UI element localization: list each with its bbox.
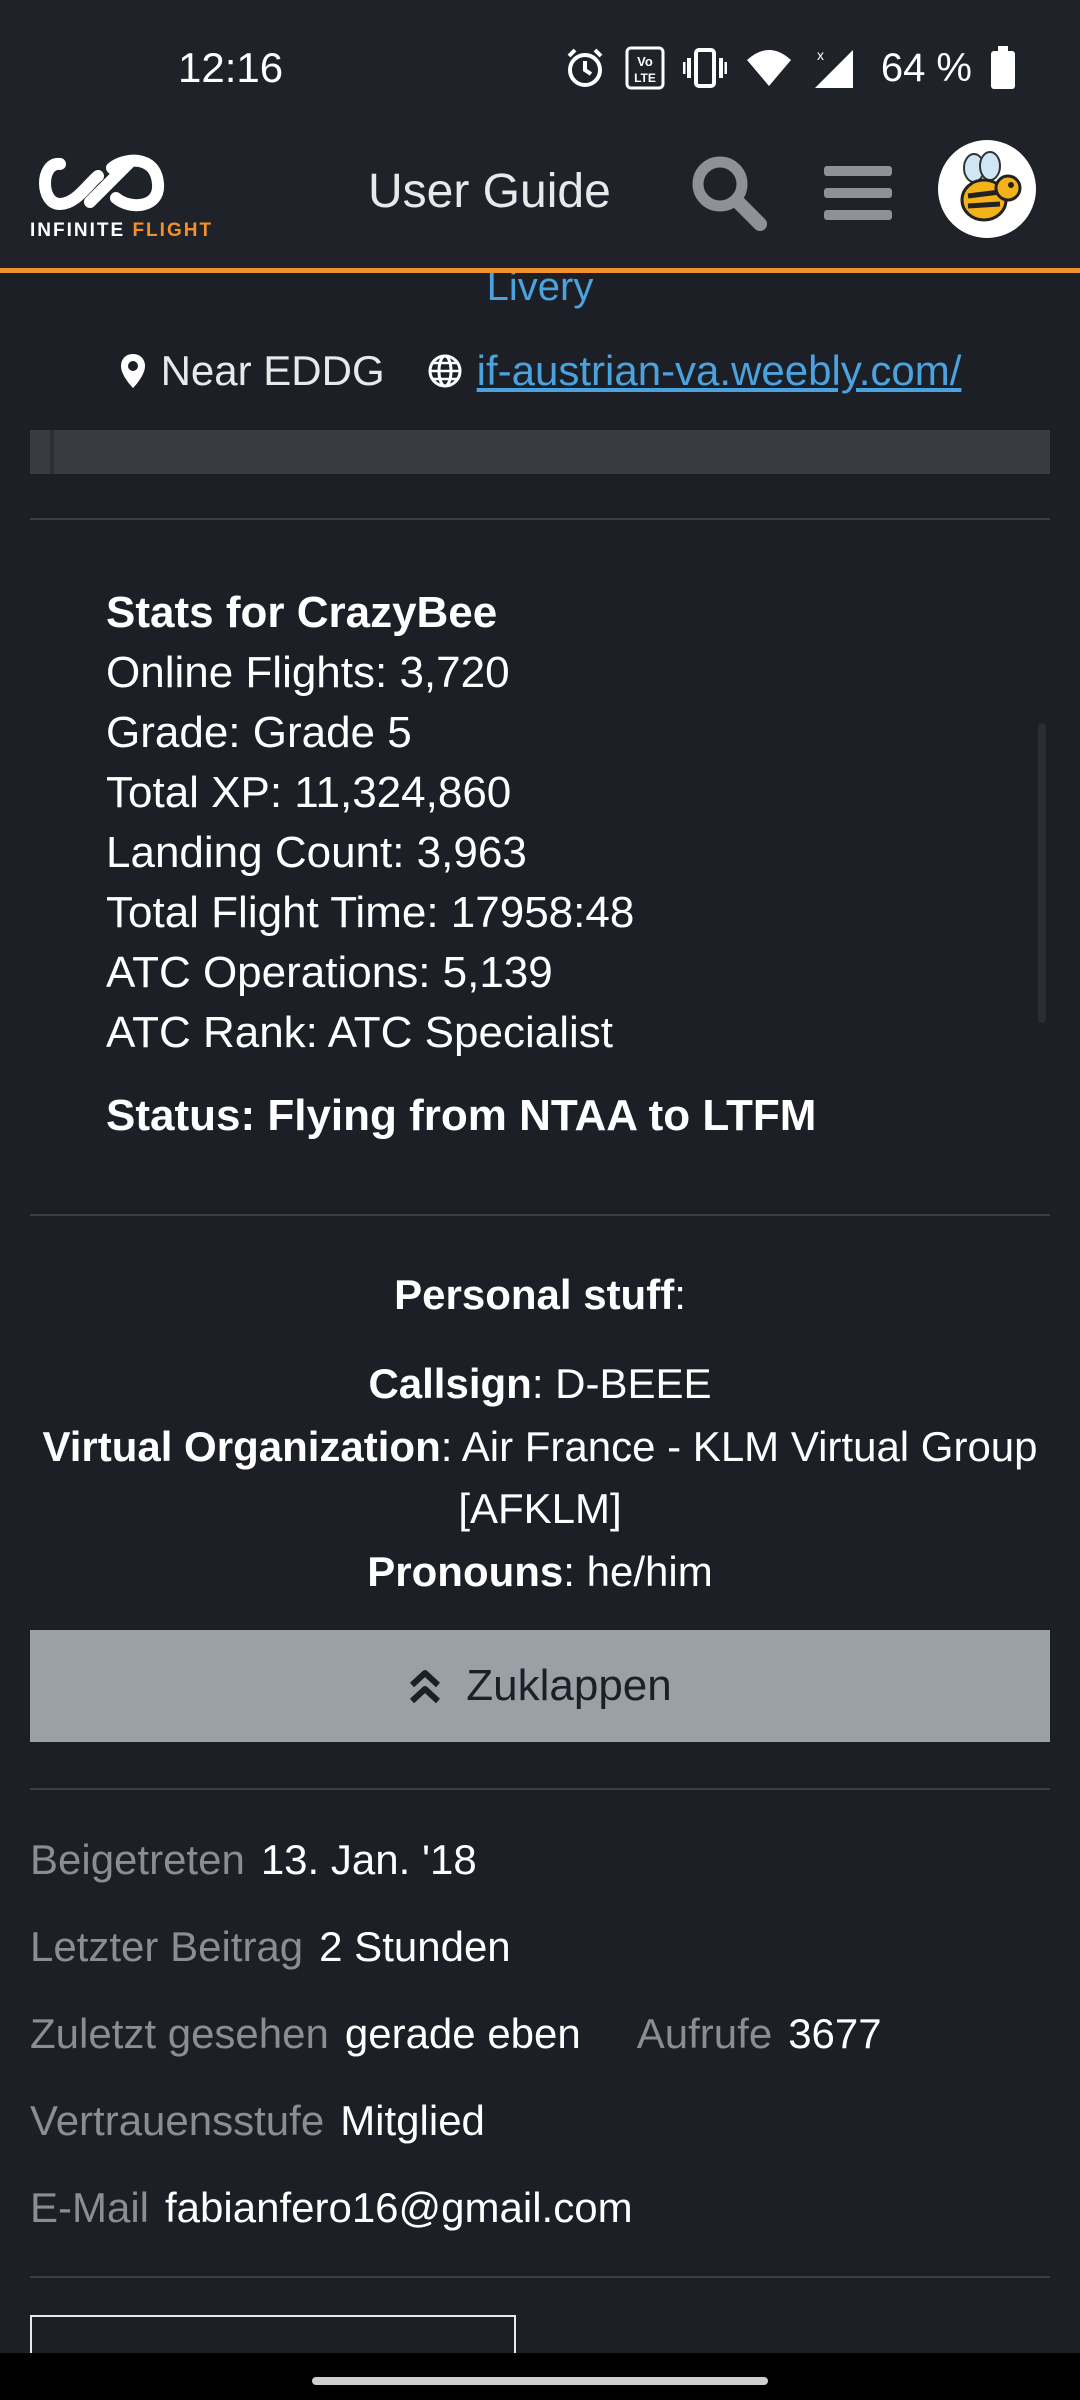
last-post-value[interactable]: 2 Stunden [319,1923,511,1971]
last-post-row: Letzter Beitrag 2 Stunden [30,1923,511,1971]
collapse-label: Zuklappen [466,1661,672,1710]
last-seen-row: Zuletzt gesehen gerade eben Aufrufe 3677 [30,2010,882,2058]
joined-row: Beigetreten 13. Jan. '18 [30,1836,477,1884]
volte-icon: Vo LTE [625,46,665,90]
flight-status: Status: Flying from NTAA to LTFM [106,1091,817,1140]
email-row: E-Mail fabianfero16@gmail.com [30,2184,633,2232]
stats-block: Stats for CrazyBee Online Flights: 3,720… [106,583,634,1063]
logo-word-infinite: INFINITE [30,220,126,241]
svg-text:LTE: LTE [634,71,656,85]
search-icon[interactable] [686,150,770,234]
scrollbar[interactable] [1038,723,1046,1023]
callsign-value: : D-BEEE [531,1360,712,1407]
virtual-org-row-cont: [AFKLM] [0,1485,1080,1533]
avatar[interactable] [938,140,1036,238]
stat-atc-rank: ATC Rank: ATC Specialist [106,1008,613,1057]
personal-heading-label: Personal stuff [394,1271,675,1318]
joined-value: 13. Jan. '18 [260,1836,477,1883]
stat-total-xp: Total XP: 11,324,860 [106,768,512,817]
stat-atc-operations: ATC Operations: 5,139 [106,948,553,997]
views-value: 3677 [788,2010,882,2057]
alarm-icon [567,48,603,87]
profile-action-button[interactable] [30,2315,516,2353]
divider [30,2276,1050,2278]
divider [30,518,1050,520]
personal-heading-colon: : [674,1271,686,1318]
stat-grade: Grade: Grade 5 [106,708,412,757]
last-seen-value: gerade eben [344,2010,581,2057]
trust-level-value: Mitglied [340,2097,485,2144]
status-bar: 12:16 Vo LTE x 64 % [0,0,1080,132]
svg-text:x: x [817,47,824,63]
pronouns-row: Pronouns: he/him [0,1548,1080,1596]
trust-level-label: Vertrauensstufe [30,2097,325,2144]
user-profile-content: Livery Near EDDG if-austrian-va.weebly.c… [0,273,1080,2353]
email-label: E-Mail [30,2184,150,2231]
stat-landing-count: Landing Count: 3,963 [106,828,527,877]
globe-icon [428,354,462,388]
stat-total-flight-time: Total Flight Time: 17958:48 [106,888,635,937]
map-pin-icon [120,354,145,388]
email-value[interactable]: fabianfero16@gmail.com [165,2184,633,2232]
virtual-org-label: Virtual Organization [42,1423,441,1470]
location: Near EDDG [119,347,385,395]
profile-card-bottom [30,430,1050,474]
menu-icon[interactable] [818,154,898,234]
callsign-row: Callsign: D-BEEE [0,1360,1080,1408]
pronouns-label: Pronouns [367,1548,564,1595]
divider [30,1788,1050,1790]
last-seen-label: Zuletzt gesehen [30,2010,329,2057]
stats-title: Stats for CrazyBee [106,588,498,637]
signal-icon: x [814,47,853,88]
trust-level-row: Vertrauensstufe Mitglied [30,2097,485,2145]
battery-icon [991,46,1015,89]
virtual-org-value-cont: [AFKLM] [458,1485,622,1532]
last-post-label: Letzter Beitrag [30,1923,304,1970]
battery-percent: 64 % [880,45,972,90]
svg-text:Vo: Vo [637,54,653,69]
collapse-button[interactable]: Zuklappen [30,1630,1050,1742]
profile-location-row: Near EDDG if-austrian-va.weebly.com/ [0,347,1080,395]
vibrate-icon [682,48,727,88]
joined-label: Beigetreten [30,1836,245,1883]
profile-card-edge [50,430,54,474]
personal-heading: Personal stuff: [0,1271,1080,1319]
views-label: Aufrufe [636,2010,773,2057]
avatar-bee-icon [960,151,1022,222]
home-gesture-handle[interactable] [312,2377,768,2385]
location-text: Near EDDG [160,347,385,394]
wifi-icon [746,50,791,86]
website-link[interactable]: if-austrian-va.weebly.com/ [477,347,962,395]
double-chevron-up-icon [410,1670,441,1704]
divider [30,1214,1050,1216]
system-nav-bar [0,2353,1080,2400]
site-header: INFINITE FLIGHT User Guide [0,132,1080,270]
callsign-label: Callsign [368,1360,532,1407]
header-title[interactable]: User Guide [368,164,611,219]
website: if-austrian-va.weebly.com/ [427,347,962,395]
status-time: 12:16 [178,44,284,91]
stat-online-flights: Online Flights: 3,720 [106,648,510,697]
logo-wordmark: INFINITE FLIGHT [30,220,213,242]
virtual-org-row: Virtual Organization: Air France - KLM V… [0,1423,1080,1471]
virtual-org-value: : Air France - KLM Virtual Group [440,1423,1038,1470]
pronouns-value: : he/him [563,1548,713,1595]
logo-word-flight: FLIGHT [132,220,214,241]
livery-link[interactable]: Livery [0,273,1080,310]
status-icons: Vo LTE x 64 % [563,40,1016,96]
